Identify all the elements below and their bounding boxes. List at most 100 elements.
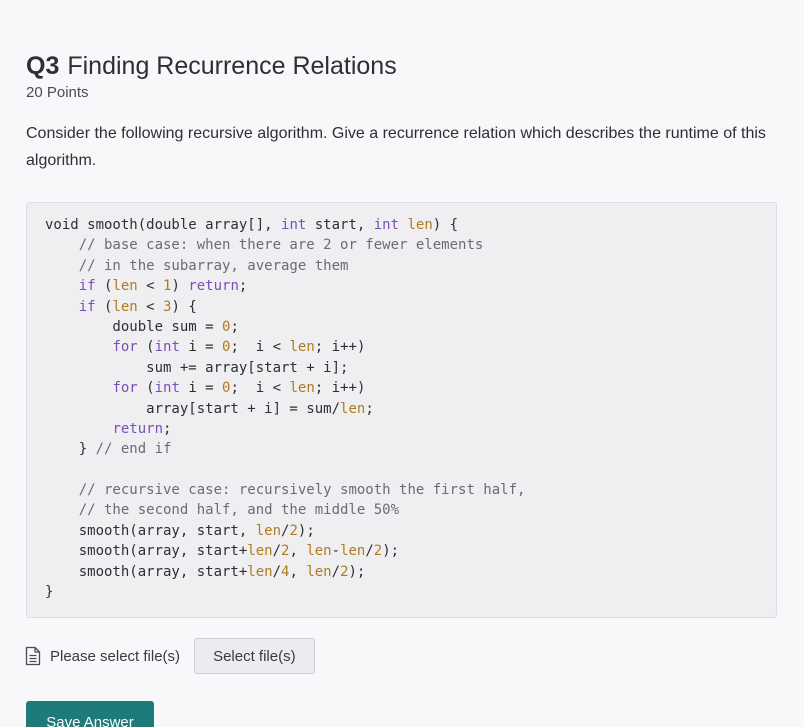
code-line: smooth(array, start+len/2, len-len/2); [45, 541, 525, 561]
code-line: return; [45, 419, 525, 439]
code-token: i = [179, 380, 223, 397]
code-token: / [272, 563, 282, 580]
code-line: // the second half, and the middle 50% [45, 500, 525, 520]
code-token: 2 [340, 563, 349, 580]
code-token: // the second half, and the middle 50% [78, 502, 400, 519]
upload-label: Please select file(s) [50, 647, 181, 665]
code-token: len [112, 278, 138, 295]
code-token: start, [306, 217, 374, 233]
code-token: ( [137, 339, 155, 356]
code-token: < [137, 298, 164, 315]
code-token: ( [137, 380, 155, 397]
code-line: // in the subarray, average them [45, 256, 525, 276]
question-points: 20 Points [26, 84, 89, 101]
code-token: // end if [95, 441, 172, 458]
code-token: smooth(array, start+ [45, 563, 248, 580]
code-token: int [154, 339, 180, 356]
code-token: len [340, 400, 366, 417]
code-token: 2 [373, 543, 383, 560]
code-token: ; [230, 318, 239, 335]
code-token: , [289, 563, 307, 580]
code-token: if [78, 298, 96, 315]
code-token: ; i++) [314, 339, 366, 356]
code-token: len [247, 543, 273, 560]
file-text-icon [25, 646, 41, 666]
code-token: for [112, 380, 138, 397]
code-token: ; [238, 278, 248, 295]
code-line: // recursive case: recursively smooth th… [45, 480, 526, 500]
question-prompt: Consider the following recursive algorit… [26, 125, 766, 169]
code-token: , [289, 543, 307, 560]
code-token: int [281, 217, 307, 233]
code-token: smooth(array, start+ [45, 543, 248, 560]
code-token: / [331, 563, 341, 580]
code-token: ) { [171, 298, 197, 315]
code-line: } [45, 582, 525, 602]
code-line: for (int i = 0; i < len; i++) [45, 378, 525, 398]
code-token: 2 [289, 522, 298, 539]
code-token: // base case: when there are 2 or fewer … [78, 237, 484, 254]
code-token: ); [297, 522, 315, 539]
code-token: ; i < [230, 380, 290, 397]
question-title: Q3 Finding Recurrence Relations [26, 50, 397, 82]
code-listing: void smooth(double array[], int start, i… [45, 215, 525, 602]
code-line: smooth(array, start+len/4, len/2); [45, 562, 525, 582]
file-upload: Please select file(s) Select file(s) [24, 638, 315, 674]
code-token: ); [382, 543, 400, 560]
question-title-text: Finding Recurrence Relations [67, 52, 397, 80]
code-line: // base case: when there are 2 or fewer … [45, 235, 525, 255]
code-token: len [289, 380, 315, 397]
code-line: void smooth(double array[], int start, i… [45, 215, 525, 235]
code-token: i = [179, 339, 223, 356]
code-token: ; i < [230, 339, 290, 356]
code-token: len [255, 522, 282, 539]
code-token: ( [95, 298, 113, 315]
code-line: if (len < 1) return; [45, 276, 525, 296]
code-token: ; i++) [314, 380, 366, 397]
code-block: void smooth(double array[], int start, i… [26, 202, 777, 618]
code-line: array[start + i] = sum/len; [45, 399, 525, 419]
code-token: ); [348, 563, 366, 580]
code-token: / [365, 543, 374, 560]
select-files-button[interactable]: Select file(s) [194, 638, 315, 674]
code-token: sum += array[start + i]; [45, 359, 349, 376]
code-token: } [45, 441, 96, 458]
code-line: for (int i = 0; i < len; i++) [45, 337, 525, 357]
code-token: } [45, 584, 54, 601]
code-token: len [306, 543, 332, 560]
code-token: int [373, 217, 400, 233]
question-header: Q3 Finding Recurrence Relations 20 Points [26, 50, 397, 101]
code-line: double sum = 0; [45, 317, 525, 337]
code-token: return [188, 278, 239, 295]
code-token: double sum = [45, 318, 223, 335]
code-token: len [112, 298, 138, 315]
code-token: ; [163, 420, 172, 437]
code-token: ) { [432, 217, 459, 233]
code-token: int [154, 380, 180, 397]
code-line: smooth(array, start, len/2); [45, 521, 525, 541]
code-token: ( [95, 278, 113, 295]
code-token: smooth(array, start, [45, 522, 256, 539]
code-token: ; [365, 400, 374, 417]
code-token: len [407, 217, 433, 233]
code-line: } // end if [45, 439, 525, 459]
code-token: / [272, 543, 282, 560]
code-token: - [331, 543, 341, 560]
code-line: if (len < 3) { [45, 297, 525, 317]
save-answer-button[interactable]: Save Answer [26, 701, 154, 727]
question-number: Q3 [26, 52, 60, 80]
code-token: // recursive case: recursively smooth th… [78, 482, 526, 499]
code-token: return [112, 420, 164, 437]
code-token: void smooth(double array[], [45, 217, 282, 233]
code-token: if [78, 278, 96, 295]
